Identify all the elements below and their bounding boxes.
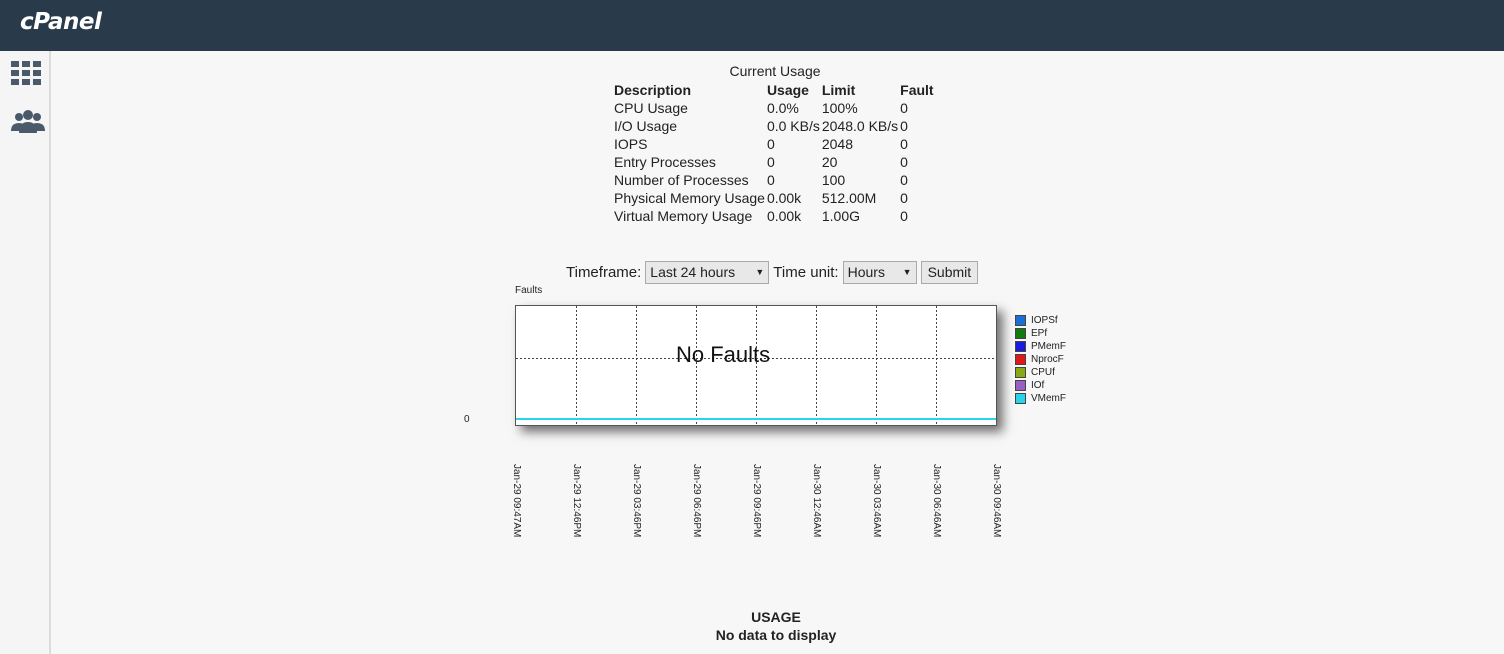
cpanel-logo[interactable]: cPanel: [20, 9, 102, 35]
legend-swatch: [1015, 315, 1026, 326]
users-icon[interactable]: [10, 109, 45, 139]
cell-fault: 0: [900, 100, 908, 116]
cell-limit: 2048: [821, 136, 854, 152]
x-tick-label: Jan-29 06:46PM: [691, 464, 702, 538]
legend-item-iopsf: IOPSf: [1015, 314, 1066, 327]
legend-swatch: [1015, 328, 1026, 339]
cell-limit: 100: [821, 172, 846, 188]
cell-description: Physical Memory Usage: [614, 190, 765, 206]
chart-legend: IOPSf EPf PMemF NprocF CPUf IOf VMemF: [1015, 314, 1066, 405]
legend-swatch: [1015, 341, 1026, 352]
table-row: IOPS 0 2048 0: [613, 135, 935, 153]
table-header-row: Description Usage Limit Fault: [613, 81, 935, 99]
cell-description: CPU Usage: [614, 100, 688, 116]
cell-limit: 1.00G: [821, 208, 860, 224]
legend-swatch: [1015, 367, 1026, 378]
x-tick-label: Jan-30 12:46AM: [811, 464, 822, 538]
current-usage-title: Current Usage: [729, 63, 821, 79]
cell-description: Virtual Memory Usage: [614, 208, 753, 224]
cell-description: Entry Processes: [614, 154, 716, 170]
cell-limit: 100%: [821, 100, 858, 116]
header-fault: Fault: [900, 82, 934, 98]
header-description: Description: [614, 82, 692, 98]
header-usage: Usage: [766, 82, 809, 98]
cell-usage: 0: [766, 136, 775, 152]
cell-usage: 0.0%: [766, 100, 799, 116]
table-row: Number of Processes 0 100 0: [613, 171, 935, 189]
table-row: I/O Usage 0.0 KB/s 2048.0 KB/s 0: [613, 117, 935, 135]
grid-icon[interactable]: [10, 60, 44, 90]
no-faults-message: No Faults: [676, 342, 771, 367]
cell-description: IOPS: [614, 136, 648, 152]
legend-swatch: [1015, 393, 1026, 404]
x-tick-label: Jan-30 06:46AM: [931, 464, 942, 538]
chevron-down-icon: ▼: [755, 267, 765, 277]
usage-section-title: USAGE: [751, 609, 801, 625]
cell-usage: 0.00k: [766, 190, 802, 206]
timeunit-value: Hours: [847, 264, 885, 280]
legend-item-cpuf: CPUf: [1015, 366, 1066, 379]
timeunit-label: Time unit:: [773, 264, 839, 281]
timeframe-label: Timeframe:: [566, 264, 642, 281]
legend-label: EPf: [1031, 328, 1048, 339]
current-usage-table: Description Usage Limit Fault CPU Usage …: [613, 81, 935, 225]
legend-swatch: [1015, 380, 1026, 391]
cell-fault: 0: [900, 190, 908, 206]
legend-swatch: [1015, 354, 1026, 365]
table-row: Physical Memory Usage 0.00k 512.00M 0: [613, 189, 935, 207]
x-tick-label: Jan-29 12:46PM: [571, 464, 582, 538]
cell-description: I/O Usage: [614, 118, 678, 134]
x-tick-label: Jan-29 09:47AM: [511, 464, 522, 538]
legend-label: NprocF: [1031, 354, 1064, 365]
x-tick-label: Jan-30 09:46AM: [991, 464, 1002, 538]
cell-limit: 20: [821, 154, 838, 170]
legend-item-vmemf: VMemF: [1015, 392, 1066, 405]
legend-item-epf: EPf: [1015, 327, 1066, 340]
cell-usage: 0: [766, 154, 775, 170]
legend-label: PMemF: [1031, 341, 1066, 352]
usage-no-data-message: No data to display: [715, 627, 837, 643]
table-row: Entry Processes 0 20 0: [613, 153, 935, 171]
top-bar: cPanel: [0, 0, 1504, 51]
sidebar: [0, 51, 51, 654]
timeunit-select[interactable]: Hours ▼: [842, 261, 917, 284]
legend-item-iof: IOf: [1015, 379, 1066, 392]
timeframe-select[interactable]: Last 24 hours ▼: [645, 261, 770, 284]
legend-label: VMemF: [1031, 393, 1066, 404]
cell-fault: 0: [900, 136, 908, 152]
header-limit: Limit: [821, 82, 856, 98]
cell-usage: 0.0 KB/s: [766, 118, 820, 134]
y-tick-label: 0: [464, 414, 470, 425]
cell-usage: 0: [766, 172, 775, 188]
legend-label: IOf: [1031, 380, 1045, 391]
x-tick-label: Jan-30 03:46AM: [871, 464, 882, 538]
legend-label: IOPSf: [1031, 315, 1058, 326]
cell-limit: 2048.0 KB/s: [821, 118, 899, 134]
cell-fault: 0: [900, 208, 908, 224]
table-row: Virtual Memory Usage 0.00k 1.00G 0: [613, 207, 935, 225]
cell-description: Number of Processes: [614, 172, 749, 188]
chart-title: Faults: [515, 285, 543, 296]
x-tick-label: Jan-29 09:46PM: [751, 464, 762, 538]
cell-limit: 512.00M: [821, 190, 877, 206]
x-tick-label: Jan-29 03:46PM: [631, 464, 642, 538]
chevron-down-icon: ▼: [902, 267, 912, 277]
cell-fault: 0: [900, 154, 908, 170]
cell-fault: 0: [900, 172, 908, 188]
cell-usage: 0.00k: [766, 208, 802, 224]
timeframe-controls: Timeframe: Last 24 hours ▼ Time unit: Ho…: [566, 261, 979, 284]
legend-item-pmemf: PMemF: [1015, 340, 1066, 353]
legend-item-nprocf: NprocF: [1015, 353, 1066, 366]
legend-label: CPUf: [1031, 367, 1055, 378]
cell-fault: 0: [900, 118, 908, 134]
submit-button[interactable]: Submit: [920, 261, 979, 284]
table-row: CPU Usage 0.0% 100% 0: [613, 99, 935, 117]
timeframe-value: Last 24 hours: [650, 264, 736, 280]
